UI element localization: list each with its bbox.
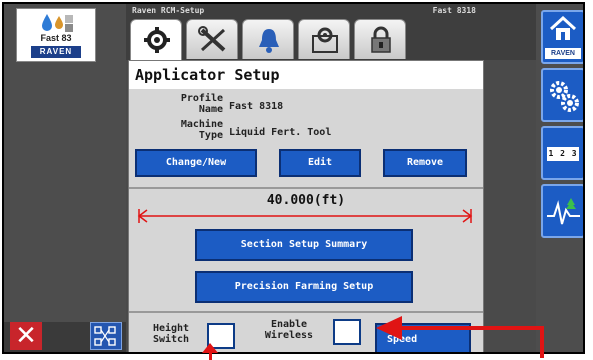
options-divider <box>129 311 483 313</box>
tab-alarms[interactable] <box>242 19 294 59</box>
annotation-small-arrowhead-icon <box>202 343 218 353</box>
remove-button[interactable]: Remove <box>383 149 467 177</box>
profile-name-value: Fast 8318 <box>229 101 284 112</box>
machine-type-value: Liquid Fert. Tool <box>229 127 332 138</box>
left-bottom-bar: ✕ <box>4 322 126 352</box>
right-nav: RAVEN 1 2 3 <box>536 4 583 352</box>
enable-wireless-label: Enable Wireless <box>264 319 314 341</box>
active-profile-label: Fast 8318 <box>432 6 476 15</box>
top-bar: Raven RCM-Setup Fast 8318 <box>126 4 536 61</box>
applicator-setup-panel: Applicator Setup Profile Name Fast 8318 … <box>128 60 484 352</box>
settings-gears-icon <box>550 81 579 112</box>
machine-type-label: Machine Type <box>180 119 223 141</box>
home-icon <box>549 16 577 40</box>
alarm-bell-icon <box>259 29 279 53</box>
diagnostics-button[interactable] <box>90 322 122 350</box>
edit-button[interactable]: Edit <box>279 149 361 177</box>
height-switch-label: Height Switch <box>152 323 190 345</box>
annotation-arrowhead-icon <box>376 316 402 340</box>
annotation-arrow-horizontal <box>400 326 544 330</box>
lock-icon <box>371 26 391 53</box>
tab-tools[interactable] <box>186 19 238 59</box>
profile-name-label: Profile Name <box>180 93 223 115</box>
close-icon: ✕ <box>15 321 37 351</box>
annotation-arrow-vertical <box>540 328 544 358</box>
screen-frame: Fast 83 RAVEN ✕ Raven RCM-Setup Fast 831… <box>2 2 585 354</box>
home-raven-label: RAVEN <box>545 48 581 59</box>
app-title: Raven RCM-Setup <box>132 6 205 15</box>
settings-button[interactable] <box>541 68 583 122</box>
tab-security[interactable] <box>354 19 406 59</box>
settings-gears-icon <box>312 27 338 53</box>
machine-width-value: 40.000(ft) <box>266 193 346 208</box>
width-dimension-arrow-icon <box>137 209 473 223</box>
tools-icon <box>198 26 226 52</box>
product-name: Fast 83 <box>40 33 72 43</box>
network-diagram-icon <box>94 326 116 346</box>
section-setup-summary-button[interactable]: Section Setup Summary <box>195 229 413 261</box>
precision-farming-setup-button[interactable]: Precision Farming Setup <box>195 271 413 303</box>
section-divider <box>129 187 483 189</box>
applicator-gear-icon <box>144 27 170 53</box>
tab-applicator[interactable] <box>130 19 182 61</box>
product-logo: Fast 83 RAVEN <box>16 8 96 62</box>
raven-brand-label: RAVEN <box>31 46 81 58</box>
left-sidebar: Fast 83 RAVEN ✕ <box>4 4 126 352</box>
keypad-button[interactable]: 1 2 3 <box>541 126 583 180</box>
change-new-button[interactable]: Change/New <box>135 149 257 177</box>
keypad-icon: 1 2 3 <box>547 147 579 161</box>
close-button[interactable]: ✕ <box>10 322 42 350</box>
performance-graph-icon <box>547 198 580 225</box>
droplet-logo-icon <box>42 14 73 32</box>
performance-monitor-button[interactable] <box>541 184 583 238</box>
tab-system-settings[interactable] <box>298 19 350 59</box>
home-button[interactable]: RAVEN <box>541 10 583 64</box>
enable-wireless-checkbox[interactable] <box>333 319 361 345</box>
page-title: Applicator Setup <box>129 61 483 89</box>
